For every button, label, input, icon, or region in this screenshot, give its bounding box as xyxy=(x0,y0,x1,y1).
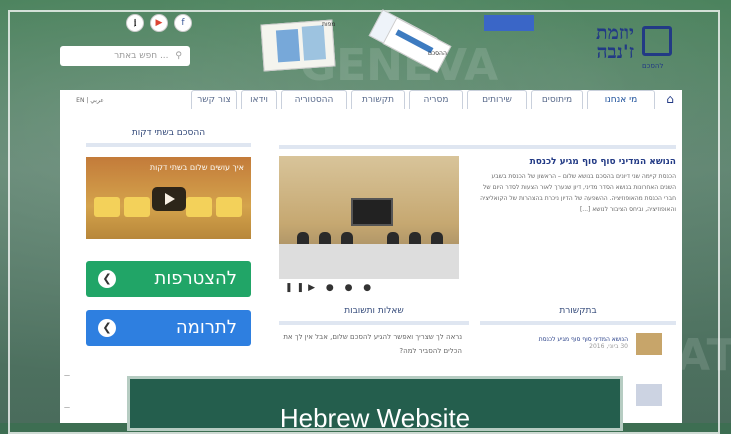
tab-media[interactable]: תקשורת xyxy=(351,90,405,109)
qa-title: שאלות ותשובות xyxy=(344,306,404,316)
video-thumb-card xyxy=(186,197,212,217)
tab-video[interactable]: וידאו xyxy=(241,90,277,109)
donate-button[interactable]: ❮ לתרומה xyxy=(86,310,251,346)
play-icon[interactable] xyxy=(152,187,186,211)
qa-text: נראה לך שצריך ואפשר להגיע להסכם שלום, אב… xyxy=(283,333,462,355)
video-thumb-card xyxy=(124,197,150,217)
language-switch[interactable]: EN | عربي xyxy=(60,94,120,108)
search-placeholder: חפש באתר ... xyxy=(114,51,169,61)
twitter-icon[interactable]: 𝖏 xyxy=(126,14,144,32)
search-input[interactable]: חפש באתר ... ⚲ xyxy=(60,46,190,66)
photo-screen xyxy=(351,198,393,226)
donate-label: לתרומה xyxy=(175,317,237,338)
header-blue-bar xyxy=(484,15,534,31)
docs-label: ההסכם xyxy=(428,50,447,57)
news-title[interactable]: הנושא המדיני סוף סוף מגיע לכנסת xyxy=(480,157,676,167)
news-photo[interactable] xyxy=(279,156,459,279)
youtube-icon[interactable]: ▶ xyxy=(150,14,168,32)
section-divider xyxy=(480,321,676,325)
media-item-title: הנושא המדיני סוף סוף מגיע לכנסת xyxy=(538,336,628,343)
slider-dots[interactable]: ❚❚▶ ● ● ● xyxy=(285,283,375,293)
logo-subtitle: להסכם xyxy=(642,62,664,70)
video-caption: איך עושים שלום בשתי דקות xyxy=(149,163,244,172)
logo-icon xyxy=(642,26,672,56)
maps-label: מפות xyxy=(322,21,336,28)
tab-myths[interactable]: מיתוסים xyxy=(531,90,583,109)
facebook-icon[interactable]: f xyxy=(174,14,192,32)
section-divider xyxy=(86,143,251,147)
media-title: בתקשורת xyxy=(559,306,597,316)
section-divider xyxy=(279,321,469,325)
left-list-title: — xyxy=(64,372,70,379)
media-item-date: 30 ביוני, 2016 xyxy=(589,343,628,350)
site-logo[interactable]: יוזמת ז'נבה להסכם xyxy=(576,22,676,72)
media-item[interactable]: הנושא המדיני סוף סוף מגיע לכנסת 30 ביוני… xyxy=(488,336,628,350)
agreement-docs-link[interactable] xyxy=(368,9,452,73)
logo-title: יוזמת ז'נבה xyxy=(596,22,634,63)
photo-table xyxy=(279,244,459,279)
media-item-thumb[interactable] xyxy=(636,333,662,355)
video-thumb-card xyxy=(216,197,242,217)
chevron-left-icon: ❮ xyxy=(98,319,116,337)
search-icon: ⚲ xyxy=(175,51,182,61)
chevron-left-icon: ❮ xyxy=(98,270,116,288)
media-item-thumb[interactable] xyxy=(636,384,662,406)
banner-label: Hebrew Website xyxy=(279,403,471,433)
intro-video[interactable]: איך עושים שלום בשתי דקות xyxy=(86,157,251,239)
tab-contact[interactable]: צור קשר xyxy=(191,90,237,109)
news-body: הכנסת קיימה שני דיונים בהסכם בנושא שלום … xyxy=(480,173,676,213)
tab-messages[interactable]: מסריה xyxy=(409,90,463,109)
tab-about[interactable]: מי אנחנו xyxy=(587,90,655,109)
join-label: להצטרפות xyxy=(154,268,237,289)
main-nav: צור קשר וידאו ההסטוריה תקשורת מסריה שירו… xyxy=(60,88,682,110)
left-list-item[interactable]: — xyxy=(64,404,124,411)
join-button[interactable]: ❮ להצטרפות xyxy=(86,261,251,297)
video-section-title: ההסכם בשתי דקות xyxy=(131,128,206,138)
tab-history[interactable]: ההסטוריה xyxy=(281,90,347,109)
tab-services[interactable]: שירותים xyxy=(467,90,527,109)
section-divider xyxy=(279,145,676,149)
video-thumb-card xyxy=(94,197,120,217)
home-icon[interactable]: ⌂ xyxy=(661,90,679,108)
